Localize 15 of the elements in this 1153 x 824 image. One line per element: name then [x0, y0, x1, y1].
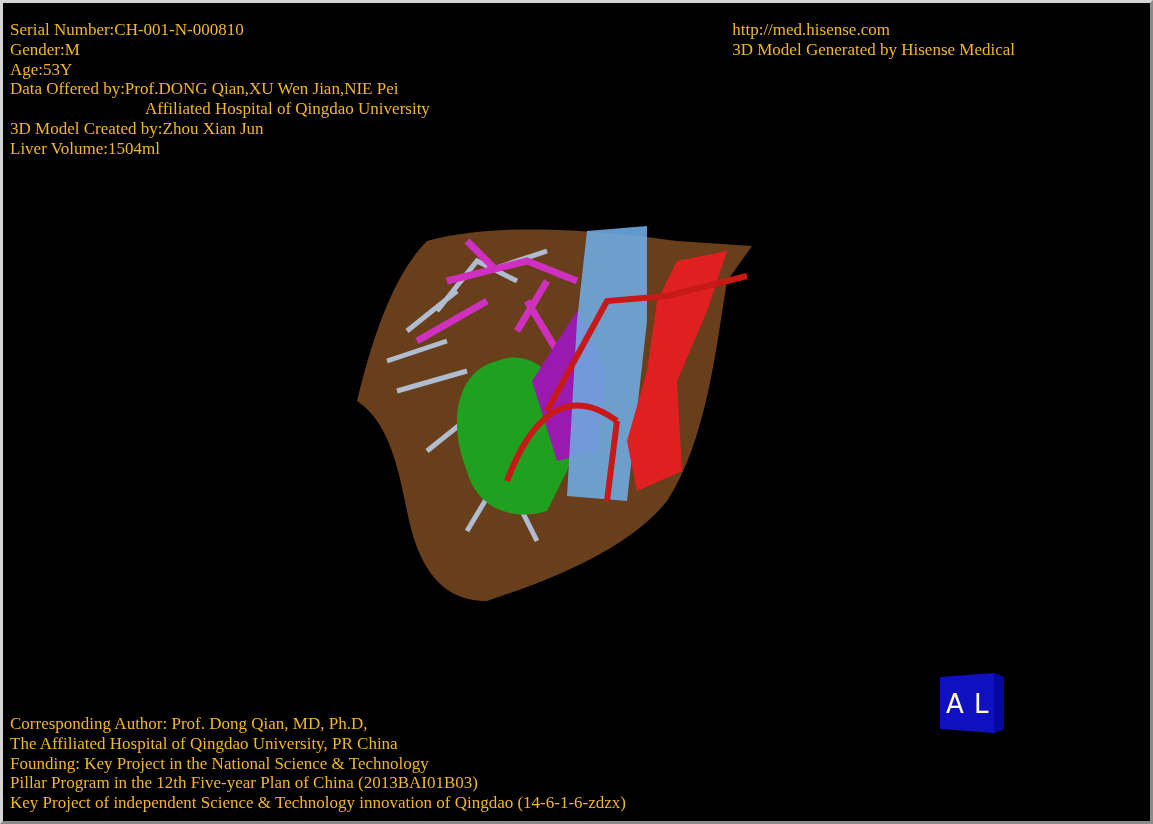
info-line: Liver Volume:1504ml: [10, 138, 160, 159]
orientation-cube[interactable]: A L: [940, 673, 1006, 733]
info-line: Data Offered by:Prof.DONG Qian,XU Wen Jian,NIE Pei: [10, 79, 399, 100]
website-link[interactable]: http://med.hisense.com: [732, 20, 890, 40]
info-line: Affiliated Hospital of Qingdao University: [145, 99, 430, 119]
info-line: Gender:M: [10, 39, 80, 60]
credit-line: Pillar Program in the 12th Five-year Plan of China (2013BAI01B03): [10, 773, 478, 794]
credit-line: The Affiliated Hospital of Qingdao University, PR China: [10, 733, 398, 754]
credit-line: Corresponding Author: Prof. Dong Qian, MD, Ph.D,: [10, 714, 368, 734]
credit-line: Founding: Key Project in the National Science & Technology: [10, 753, 429, 774]
credit-line: Key Project of independent Science & Technology innovation of Qingdao (14-6-1-6-zdzx): [10, 793, 626, 813]
generator-credit: 3D Model Generated by Hisense Medical: [732, 39, 1015, 60]
info-line: 3D Model Created by:Zhou Xian Jun: [10, 119, 264, 139]
info-line: Serial Number:CH-001-N-000810: [10, 20, 244, 40]
info-line: Age:53Y: [10, 59, 73, 80]
